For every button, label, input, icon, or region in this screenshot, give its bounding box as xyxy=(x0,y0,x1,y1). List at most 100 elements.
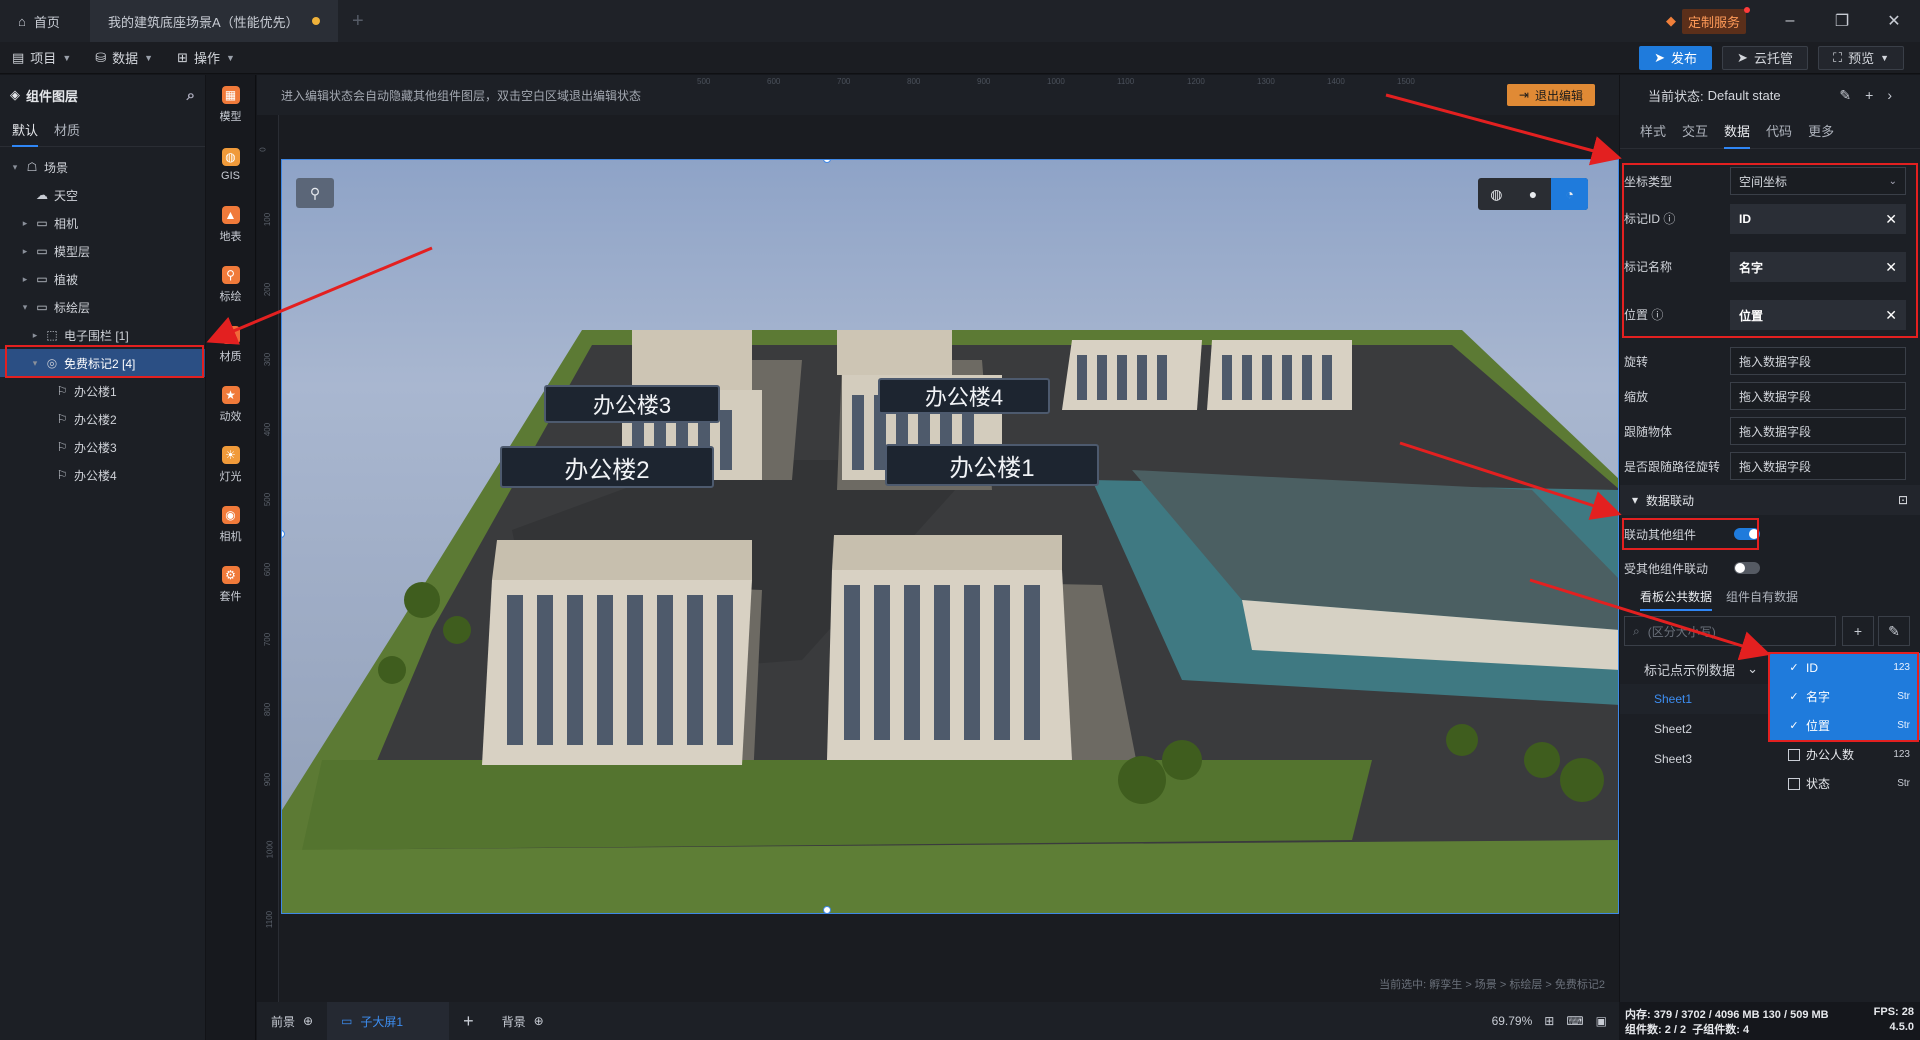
tool-button[interactable]: ◉ 相机 xyxy=(206,495,255,555)
state-value[interactable]: Default state xyxy=(1708,88,1781,103)
caret-down-icon[interactable]: ▾ xyxy=(30,358,40,369)
clear-icon[interactable]: ✕ xyxy=(1885,307,1897,324)
tab-public-data[interactable]: 看板公共数据 xyxy=(1640,583,1713,611)
edit-datasource-button[interactable]: ✎ xyxy=(1878,616,1910,646)
clear-icon[interactable]: ✕ xyxy=(1885,259,1897,276)
clear-icon[interactable]: ✕ xyxy=(1885,211,1897,228)
home-tab[interactable]: ⌂ 首页 xyxy=(0,0,90,42)
building-label-2[interactable]: 办公楼2 xyxy=(500,446,714,488)
check-icon[interactable]: ✓ xyxy=(1788,662,1800,674)
foreground-tab[interactable]: 前景 ⊕ xyxy=(257,1002,327,1040)
lock-icon[interactable]: ⊡ xyxy=(1898,493,1908,507)
coord-type-select[interactable]: 空间坐标 ⌄ xyxy=(1730,167,1906,195)
restore-button[interactable]: ❐ xyxy=(1816,11,1868,31)
link-others-toggle[interactable] xyxy=(1734,528,1760,540)
tab-default[interactable]: 默认 xyxy=(12,115,39,147)
caret-right-icon[interactable]: ▸ xyxy=(20,218,30,229)
tree-item[interactable]: ▸ ▭ 相机 xyxy=(0,209,205,237)
dataset-group[interactable]: 标记点示例数据 ⌄ xyxy=(1620,654,1768,684)
scale-drop-field[interactable]: 拖入数据字段 xyxy=(1730,382,1906,410)
data-linkage-header[interactable]: ▾ 数据联动 ⊡ xyxy=(1620,485,1920,515)
tool-button[interactable]: ◍ GIS xyxy=(206,135,255,195)
chevron-right-icon[interactable]: › xyxy=(1887,87,1892,104)
field-item[interactable]: ✓ 名字 Str xyxy=(1768,682,1920,711)
caret-down-icon[interactable]: ▾ xyxy=(20,302,30,313)
tree-item[interactable]: ▾ ▭ 标绘层 xyxy=(0,293,205,321)
tool-button[interactable]: ★ 动效 xyxy=(206,375,255,435)
caret-right-icon[interactable]: ▸ xyxy=(20,274,30,285)
building-label-3[interactable]: 办公楼3 xyxy=(544,385,720,423)
cloud-hosting-button[interactable]: ➤ 云托管 xyxy=(1722,45,1808,70)
background-tab[interactable]: 背景 ⊕ xyxy=(488,1002,558,1040)
scene-viewport[interactable]: ⚲ ◍ ● ◔ 办公楼3 办公楼4 办公楼2 办公楼1 xyxy=(281,159,1619,914)
sub-screen-tab[interactable]: ▭ 子大屏1 xyxy=(327,1002,450,1040)
marker-id-field[interactable]: ID ✕ xyxy=(1730,204,1906,234)
add-circle-icon[interactable]: ⊕ xyxy=(534,1014,544,1028)
building-label-1[interactable]: 办公楼1 xyxy=(885,444,1099,486)
tree-item[interactable]: ▾ ☖ 场景 xyxy=(0,153,205,181)
check-icon[interactable]: ✓ xyxy=(1788,720,1800,732)
tree-item[interactable]: ⚐ 办公楼3 xyxy=(0,433,205,461)
linked-by-toggle[interactable] xyxy=(1734,562,1760,574)
publish-button[interactable]: ➤ 发布 xyxy=(1639,45,1713,70)
caret-down-icon[interactable]: ▾ xyxy=(10,162,20,173)
tree-item[interactable]: ☁ 天空 xyxy=(0,181,205,209)
terminal-icon[interactable]: ▣ xyxy=(1596,1014,1607,1028)
location-pin-button[interactable]: ⚲ xyxy=(296,178,334,208)
field-item[interactable]: 办公人数 123 xyxy=(1768,740,1920,769)
close-window-button[interactable]: ✕ xyxy=(1868,11,1920,31)
tab-data[interactable]: 数据 xyxy=(1724,115,1751,149)
minimize-button[interactable]: – xyxy=(1764,12,1816,30)
exit-edit-button[interactable]: ⇥ 退出编辑 xyxy=(1506,84,1595,106)
night-view-icon[interactable]: ◔ xyxy=(1551,178,1588,210)
checkbox-icon[interactable] xyxy=(1788,748,1800,761)
globe-view-icon[interactable]: ◍ xyxy=(1478,178,1515,210)
datasource-search[interactable]: ⌕ (区分大小写) xyxy=(1624,616,1836,646)
keyboard-icon[interactable]: ⌨ xyxy=(1566,1014,1583,1028)
tab-material[interactable]: 材质 xyxy=(54,115,80,147)
tree-item[interactable]: ▸ ▭ 模型层 xyxy=(0,237,205,265)
plus-icon[interactable]: + xyxy=(1865,87,1873,104)
edit-icon[interactable]: ✎ xyxy=(1839,87,1851,104)
custom-service-button[interactable]: ◆ 定制服务 xyxy=(1648,6,1764,34)
view-mode-toggle[interactable]: ◍ ● ◔ xyxy=(1478,178,1588,210)
follow-drop-field[interactable]: 拖入数据字段 xyxy=(1730,417,1906,445)
tool-button[interactable]: ⚙ 套件 xyxy=(206,555,255,615)
tree-item[interactable]: ▾ ◎ 免费标记2 [4] xyxy=(0,349,205,377)
add-screen-button[interactable]: + xyxy=(449,1002,488,1040)
sheet-item[interactable]: Sheet2 xyxy=(1620,714,1768,744)
tab-style[interactable]: 样式 xyxy=(1640,115,1666,149)
zoom-level[interactable]: 69.79% xyxy=(1492,1014,1533,1028)
menu-operation[interactable]: ⊞ 操作 ▼ xyxy=(165,48,247,67)
tab-own-data[interactable]: 组件自有数据 xyxy=(1726,583,1798,611)
add-circle-icon[interactable]: ⊕ xyxy=(303,1014,313,1028)
selection-handle[interactable] xyxy=(823,906,831,913)
tree-item[interactable]: ⚐ 办公楼2 xyxy=(0,405,205,433)
menu-data[interactable]: ⛁ 数据 ▼ xyxy=(83,48,165,67)
caret-right-icon[interactable]: ▸ xyxy=(20,246,30,257)
position-field[interactable]: 位置 ✕ xyxy=(1730,300,1906,330)
path-rotate-drop-field[interactable]: 拖入数据字段 xyxy=(1730,452,1906,480)
tool-button[interactable]: ☀ 灯光 xyxy=(206,435,255,495)
field-item[interactable]: ✓ 位置 Str xyxy=(1768,711,1920,740)
editor-canvas[interactable]: 进入编辑状态会自动隐藏其他组件图层，双击空白区域退出编辑状态 500 600 700… xyxy=(257,75,1619,1002)
tool-button[interactable]: ▲ 地表 xyxy=(206,195,255,255)
field-item[interactable]: ✓ ID 123 xyxy=(1768,653,1920,682)
check-icon[interactable]: ✓ xyxy=(1788,691,1800,703)
tool-button[interactable]: ⚲ 标绘 xyxy=(206,255,255,315)
tab-code[interactable]: 代码 xyxy=(1766,115,1792,149)
tree-item[interactable]: ⚐ 办公楼1 xyxy=(0,377,205,405)
field-item[interactable]: 状态 Str xyxy=(1768,769,1920,798)
tree-item[interactable]: ▸ ⬚ 电子围栏 [1] xyxy=(0,321,205,349)
tab-more[interactable]: 更多 xyxy=(1808,115,1834,149)
checkbox-icon[interactable] xyxy=(1788,777,1800,790)
tool-button[interactable]: ▦ 模型 xyxy=(206,75,255,135)
tool-button[interactable]: ◐ 材质 xyxy=(206,315,255,375)
menu-project[interactable]: ▤ 项目 ▼ xyxy=(0,48,83,67)
preview-button[interactable]: ⛶ 预览 ▼ xyxy=(1817,45,1904,70)
fit-screen-icon[interactable]: ⊞ xyxy=(1544,1014,1554,1028)
add-tab-button[interactable]: + xyxy=(338,10,378,33)
tree-item[interactable]: ⚐ 办公楼4 xyxy=(0,461,205,489)
document-tab[interactable]: 我的建筑底座场景A（性能优先） xyxy=(90,0,338,42)
day-view-icon[interactable]: ● xyxy=(1515,178,1552,210)
